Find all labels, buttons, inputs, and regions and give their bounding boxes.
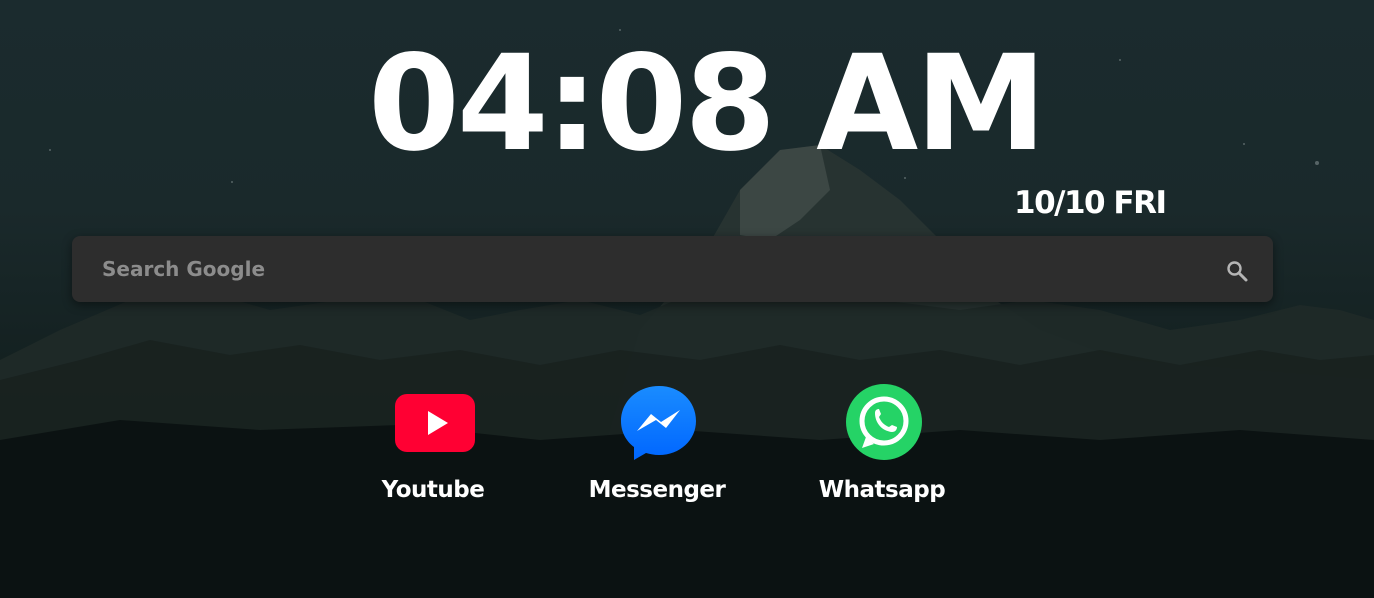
shortcut-label: Messenger — [588, 477, 726, 503]
messenger-icon — [621, 386, 696, 460]
clock-time: 04:08 AM — [368, 27, 1047, 181]
clock-date: 10/10 FRI — [1014, 185, 1167, 221]
shortcut-youtube[interactable]: Youtube — [348, 382, 518, 512]
shortcut-label: Whatsapp — [818, 477, 946, 503]
youtube-icon — [395, 394, 475, 452]
shortcut-label: Youtube — [381, 477, 485, 503]
shortcut-messenger[interactable]: Messenger — [572, 382, 742, 512]
search-bar — [72, 236, 1273, 302]
shortcut-whatsapp[interactable]: Whatsapp — [797, 382, 967, 512]
search-input[interactable] — [102, 236, 1202, 302]
search-icon[interactable] — [1225, 259, 1249, 283]
whatsapp-icon — [846, 384, 922, 460]
new-tab-page: 04:08 AM 10/10 FRI Youtube Messenge — [0, 0, 1374, 598]
